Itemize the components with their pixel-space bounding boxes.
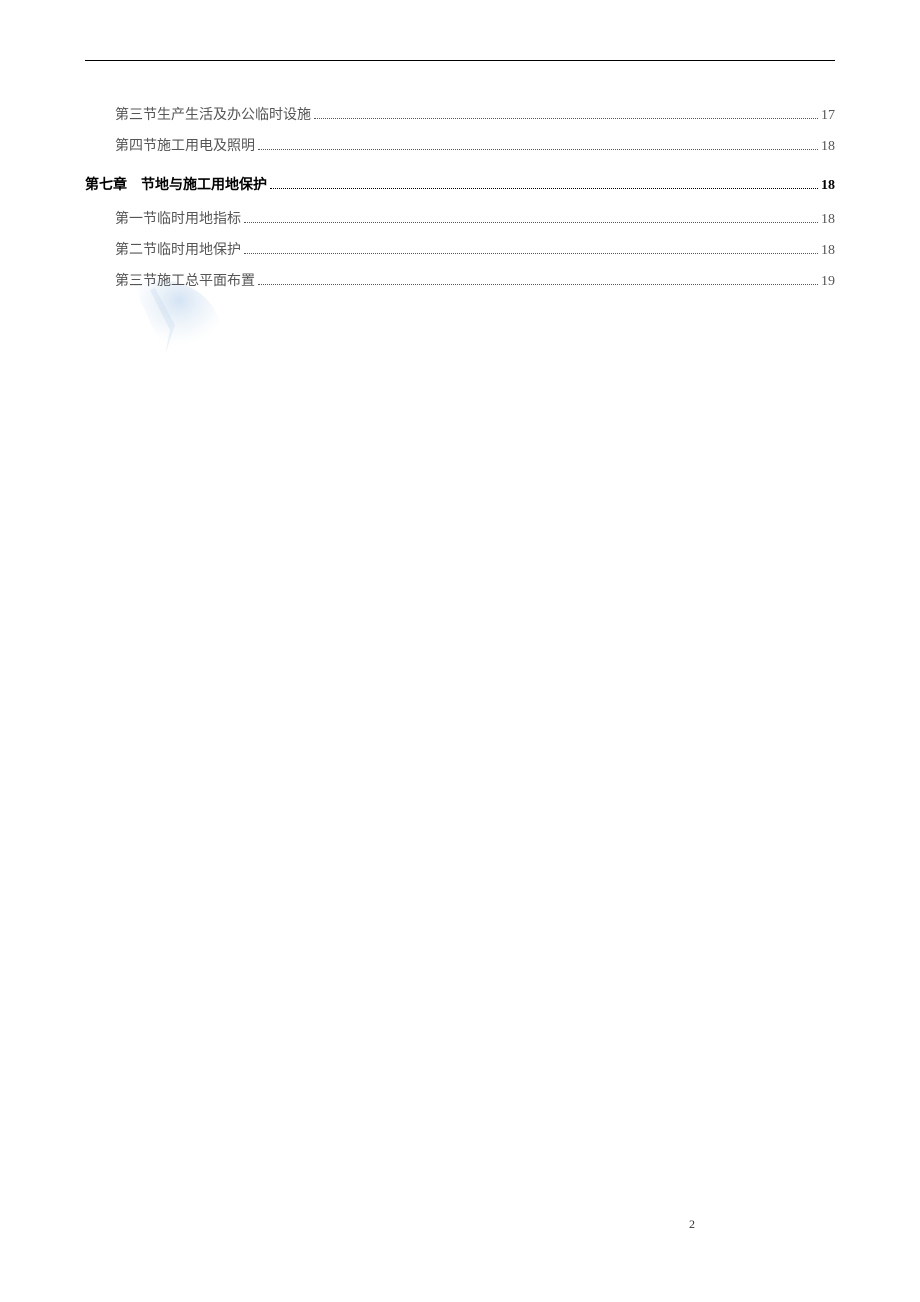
toc-title: 生产生活及办公临时设施 (157, 101, 311, 132)
document-page: 第三节 生产生活及办公临时设施 17 第四节 施工用电及照明 18 第七章 节地… (0, 0, 920, 1302)
toc-label: 第四节 (115, 132, 157, 163)
toc-label: 第三节 (115, 101, 157, 132)
toc-title: 施工用电及照明 (157, 132, 255, 163)
toc-title: 临时用地指标 (157, 205, 241, 236)
toc-leader-dots (270, 188, 818, 189)
toc-chapter-entry[interactable]: 第七章 节地与施工用地保护 18 (85, 171, 835, 202)
toc-entry[interactable]: 第四节 施工用电及照明 18 (85, 132, 835, 163)
toc-title: 临时用地保护 (157, 236, 241, 267)
toc-label: 第七章 (85, 171, 127, 202)
toc-page-number: 19 (821, 267, 835, 298)
toc-leader-dots (258, 149, 818, 150)
toc-title: 施工总平面布置 (157, 267, 255, 298)
toc-leader-dots (244, 222, 818, 223)
toc-page-number: 18 (821, 236, 835, 267)
toc-leader-dots (244, 253, 818, 254)
toc-label: 第三节 (115, 267, 157, 298)
toc-label: 第一节 (115, 205, 157, 236)
header-rule (85, 60, 835, 61)
toc-entry[interactable]: 第三节 施工总平面布置 19 (85, 267, 835, 298)
toc-entry[interactable]: 第二节 临时用地保护 18 (85, 236, 835, 267)
table-of-contents: 第三节 生产生活及办公临时设施 17 第四节 施工用电及照明 18 第七章 节地… (85, 101, 835, 298)
toc-label: 第二节 (115, 236, 157, 267)
toc-page-number: 18 (821, 171, 835, 202)
toc-page-number: 18 (821, 205, 835, 236)
toc-page-number: 18 (821, 132, 835, 163)
toc-leader-dots (314, 118, 818, 119)
toc-entry[interactable]: 第一节 临时用地指标 18 (85, 205, 835, 236)
toc-entry[interactable]: 第三节 生产生活及办公临时设施 17 (85, 101, 835, 132)
toc-page-number: 17 (821, 101, 835, 132)
page-number: 2 (689, 1217, 695, 1232)
toc-leader-dots (258, 284, 818, 285)
toc-spacer (127, 171, 141, 202)
toc-title: 节地与施工用地保护 (141, 171, 267, 202)
